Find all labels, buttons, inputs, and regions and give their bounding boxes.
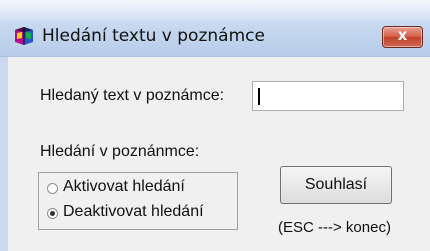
search-mode-label: Hledání v poznánmce: — [40, 143, 200, 160]
app-icon — [15, 27, 33, 45]
dialog-window: Hledání textu v poznámce x Hledaný text … — [0, 0, 430, 251]
radio-deactivate-indicator[interactable] — [47, 208, 58, 219]
confirm-button[interactable]: Souhlasí — [280, 166, 392, 204]
search-mode-group: Aktivovat hledání Deaktivovat hledání — [38, 172, 238, 230]
radio-deactivate-label: Deaktivovat hledání — [63, 203, 204, 220]
text-caret — [258, 88, 260, 105]
close-icon: x — [397, 26, 408, 44]
search-text-label: Hledaný text v poznámce: — [40, 87, 225, 104]
title-bar[interactable]: Hledání textu v poznámce x — [0, 0, 430, 57]
close-button[interactable]: x — [382, 26, 423, 48]
window-title: Hledání textu v poznámce — [42, 26, 265, 46]
search-text-input[interactable] — [252, 81, 404, 111]
escape-hint: (ESC ---> konec) — [278, 219, 391, 236]
radio-activate-label: Aktivovat hledání — [63, 178, 185, 195]
dialog-body: Hledaný text v poznámce: Hledání v pozná… — [0, 57, 430, 251]
radio-activate-indicator[interactable] — [47, 183, 58, 194]
title-bar-glow — [0, 0, 430, 24]
